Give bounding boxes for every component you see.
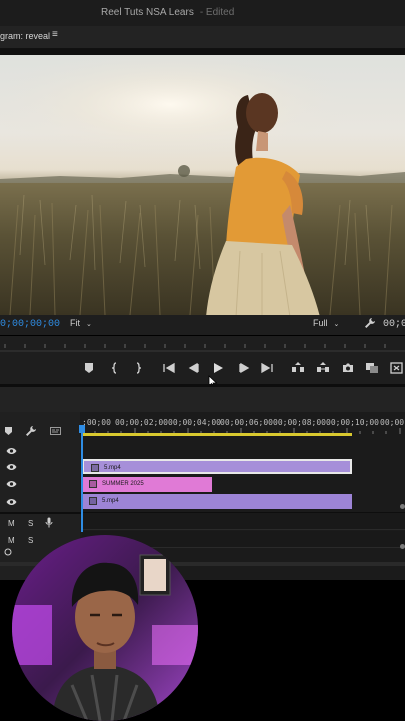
ruler-tick-label: 00;00 bbox=[380, 418, 405, 427]
timeline-header bbox=[0, 387, 405, 412]
ruler-tick-label: 00;00;02;00 bbox=[115, 418, 168, 427]
go-to-in-icon[interactable] bbox=[162, 361, 176, 375]
transport-controls bbox=[0, 354, 405, 389]
clip-name: SUMMER 2025 bbox=[102, 481, 144, 487]
track-v2: 5.mp4 bbox=[0, 459, 405, 475]
fx-badge-icon bbox=[91, 464, 99, 472]
clip-name: 5.mp4 bbox=[104, 465, 121, 471]
monitor-mini-ruler[interactable] bbox=[0, 336, 405, 354]
zoom-level-value: Fit bbox=[70, 318, 80, 328]
play-icon[interactable] bbox=[211, 361, 225, 375]
fx-badge-icon bbox=[89, 497, 97, 505]
mute-button[interactable]: M bbox=[8, 519, 15, 528]
ruler-tick-label: :00;00 bbox=[82, 418, 111, 427]
title-bar: Reel Tuts NSA Lears - Edited bbox=[0, 0, 405, 26]
microphone-icon[interactable] bbox=[45, 517, 53, 528]
go-to-out-icon[interactable] bbox=[260, 361, 274, 375]
video-frame-illustration bbox=[0, 55, 405, 315]
presenter-webcam bbox=[12, 535, 198, 721]
chevron-down-icon: ⌄ bbox=[86, 321, 92, 328]
step-forward-icon[interactable] bbox=[237, 361, 251, 375]
presenter-illustration bbox=[12, 535, 198, 721]
program-panel-tab[interactable]: gram: reveal bbox=[0, 31, 50, 41]
hamburger-menu-icon[interactable]: ≡ bbox=[52, 29, 58, 40]
eye-icon[interactable] bbox=[6, 498, 17, 506]
program-panel-header: gram: reveal ≡ bbox=[0, 26, 405, 49]
step-back-icon[interactable] bbox=[187, 361, 201, 375]
audio-track-a1[interactable] bbox=[82, 513, 405, 530]
track-volume-knob-icon[interactable] bbox=[4, 548, 12, 556]
mute-button[interactable]: M bbox=[8, 536, 15, 545]
fx-badge-icon bbox=[89, 480, 97, 488]
captions-icon[interactable] bbox=[50, 427, 61, 435]
duration-timecode: 00;00 bbox=[383, 319, 405, 330]
video-clip[interactable]: 5.mp4 bbox=[82, 459, 352, 474]
extract-icon[interactable] bbox=[316, 361, 330, 375]
solo-button[interactable]: S bbox=[28, 519, 33, 528]
eye-icon[interactable] bbox=[6, 463, 17, 471]
wrench-icon[interactable] bbox=[25, 425, 37, 437]
monitor-controls-row: 0;00;00;00 Fit ⌄ Full ⌄ 00;00 bbox=[0, 315, 405, 335]
ruler-tick-label: 00;00;10;00 bbox=[326, 418, 379, 427]
camera-icon[interactable] bbox=[341, 361, 355, 375]
playhead-timecode[interactable]: 0;00;00;00 bbox=[0, 319, 60, 330]
eye-icon[interactable] bbox=[6, 447, 17, 455]
mini-ruler-ticks bbox=[0, 344, 405, 352]
project-name: Reel Tuts NSA Lears bbox=[101, 7, 194, 18]
track-v0: 5.mp4 bbox=[0, 494, 405, 510]
window-title: Reel Tuts NSA Lears - Edited bbox=[101, 7, 234, 18]
work-area-bar[interactable] bbox=[82, 433, 352, 436]
scroll-handle[interactable] bbox=[400, 544, 405, 549]
comparison-view-icon[interactable] bbox=[365, 361, 379, 375]
clip-name: 5.mp4 bbox=[102, 498, 119, 504]
wrench-icon[interactable] bbox=[364, 317, 376, 329]
resolution-value: Full bbox=[313, 318, 328, 328]
export-frame-icon[interactable] bbox=[390, 361, 404, 375]
mark-in-icon[interactable] bbox=[108, 361, 122, 375]
lift-icon[interactable] bbox=[291, 361, 305, 375]
resolution-dropdown[interactable]: Full ⌄ bbox=[313, 318, 339, 328]
title-clip[interactable]: SUMMER 2025 bbox=[82, 477, 212, 492]
track-v1: SUMMER 2025 bbox=[0, 476, 405, 492]
scroll-handle[interactable] bbox=[400, 504, 405, 509]
eye-icon[interactable] bbox=[6, 480, 17, 488]
program-monitor-video bbox=[0, 55, 405, 315]
mark-out-icon[interactable] bbox=[131, 361, 145, 375]
chevron-down-icon: ⌄ bbox=[333, 321, 340, 328]
video-clip[interactable]: 5.mp4 bbox=[82, 494, 352, 509]
edited-status: - Edited bbox=[199, 7, 235, 18]
solo-button[interactable]: S bbox=[28, 536, 33, 545]
ruler-tick-label: 00;00;06;00 bbox=[220, 418, 273, 427]
add-marker-icon[interactable] bbox=[4, 426, 13, 436]
add-marker-icon[interactable] bbox=[82, 361, 96, 375]
ruler-tick-label: 00;00;08;00 bbox=[273, 418, 326, 427]
playhead-line[interactable] bbox=[81, 427, 83, 532]
zoom-level-dropdown[interactable]: Fit ⌄ bbox=[70, 318, 92, 328]
ruler-tick-label: 00;00;04;00 bbox=[168, 418, 221, 427]
track-v3 bbox=[0, 443, 405, 459]
